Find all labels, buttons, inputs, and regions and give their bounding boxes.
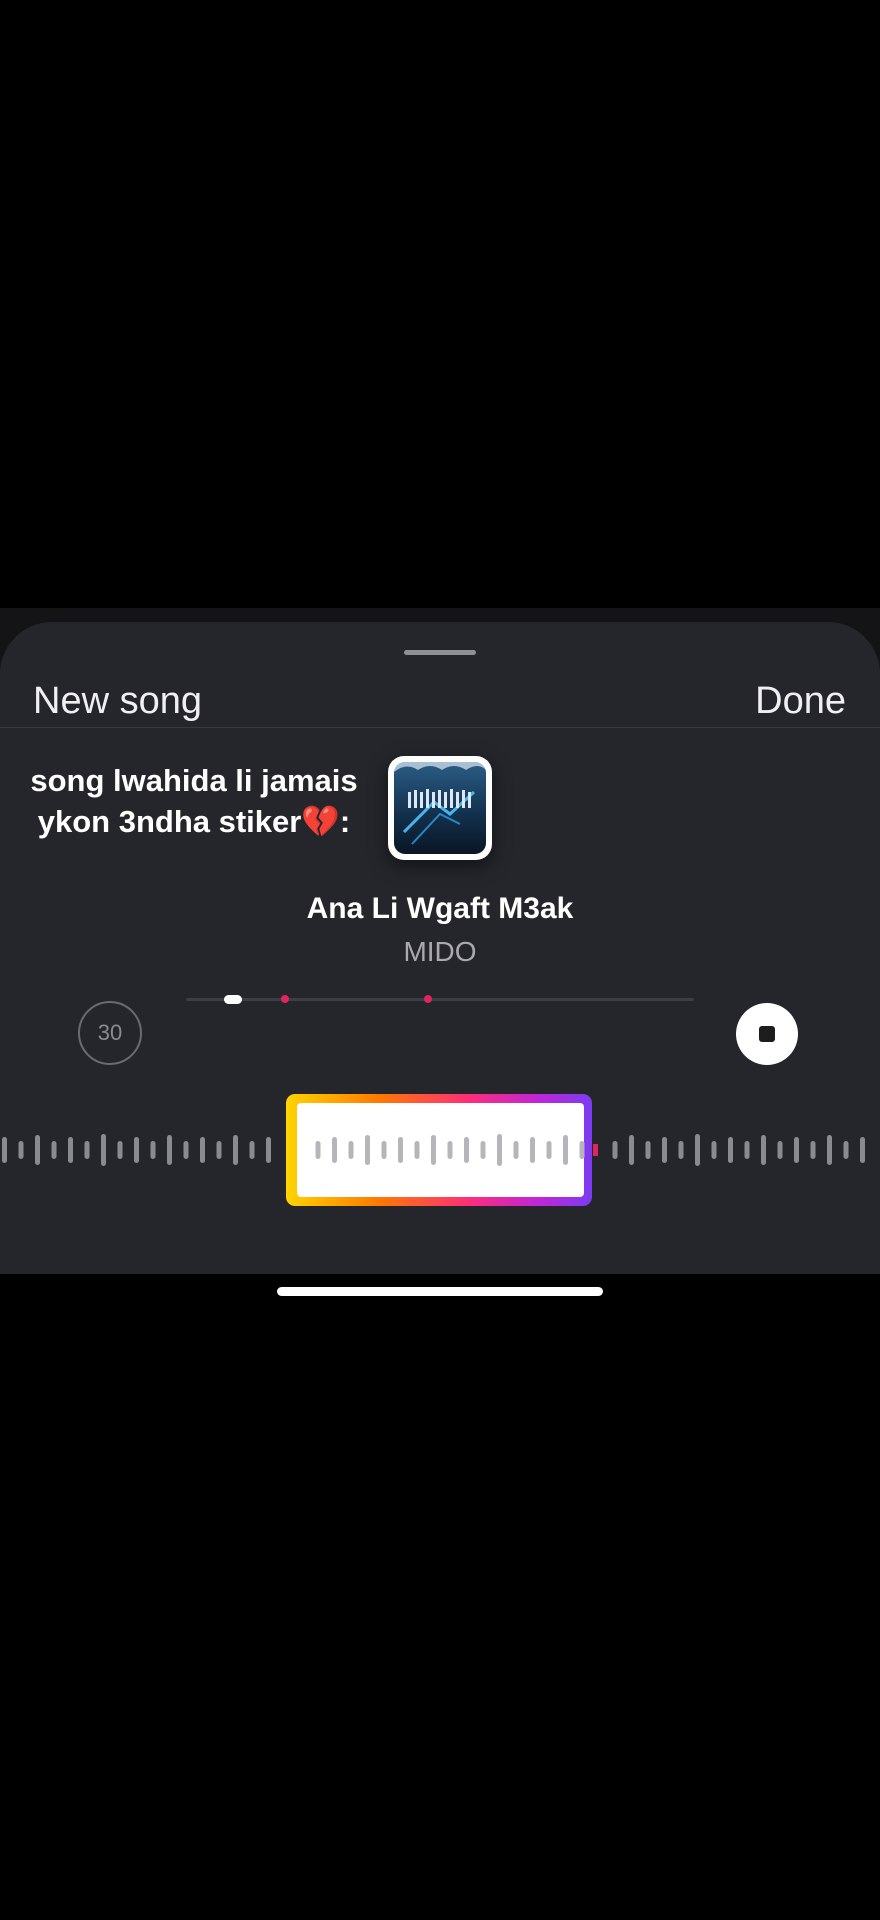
clip-duration-button[interactable]: 30 — [78, 1001, 142, 1065]
waveform-bar — [678, 1141, 684, 1159]
waveform-bar — [431, 1135, 436, 1165]
waveform-bar — [348, 1141, 354, 1159]
waveform-bar — [810, 1141, 816, 1159]
waveform-bar — [150, 1141, 156, 1159]
waveform-bar — [2, 1137, 7, 1163]
waveform-bar — [497, 1134, 502, 1166]
waveform-bar — [728, 1137, 733, 1163]
waveform-bar — [843, 1141, 849, 1159]
song-artist: MIDO — [403, 936, 477, 967]
waveform-bar — [464, 1137, 469, 1163]
waveform-bar — [134, 1137, 139, 1163]
waveform-bar — [35, 1135, 40, 1165]
waveform-bar — [117, 1141, 123, 1159]
waveform-bar — [249, 1141, 255, 1159]
video-caption-overlay: song lwahida li jamais ykon 3ndha stiker… — [4, 760, 384, 842]
waveform-bar — [398, 1137, 403, 1163]
waveform-bar — [266, 1137, 271, 1163]
waveform-bar — [480, 1141, 486, 1159]
sheet-title: New song — [33, 680, 202, 722]
playback-progress-track[interactable] — [186, 998, 694, 1001]
clip-selection-inner — [297, 1103, 584, 1197]
waveform-bar — [51, 1141, 57, 1159]
selection-edge-marker — [593, 1144, 598, 1156]
waveform-bar — [84, 1141, 90, 1159]
waveform-bar — [645, 1141, 651, 1159]
waveform-bar — [183, 1141, 189, 1159]
waveform-bar — [315, 1141, 321, 1159]
waveform-bar — [629, 1135, 634, 1165]
waveform-bar — [761, 1135, 766, 1165]
waveform-bar — [381, 1141, 387, 1159]
waveform-bar — [711, 1141, 717, 1159]
waveform-bar — [365, 1135, 370, 1165]
album-art — [388, 756, 492, 860]
waveform-bar — [744, 1141, 750, 1159]
stop-button[interactable] — [736, 1003, 798, 1065]
waveform-bar — [777, 1141, 783, 1159]
waveform-bar — [530, 1137, 535, 1163]
stop-icon — [759, 1026, 775, 1042]
progress-marker — [281, 995, 289, 1003]
waveform-bar — [447, 1141, 453, 1159]
waveform-bar — [827, 1135, 832, 1165]
header-divider — [0, 727, 880, 728]
waveform-bar — [414, 1141, 420, 1159]
waveform-bar — [662, 1137, 667, 1163]
waveform-bar — [612, 1141, 618, 1159]
waveform-bar — [167, 1135, 172, 1165]
waveform-bar — [332, 1137, 337, 1163]
waveform-bar — [68, 1137, 73, 1163]
waveform-bar — [18, 1141, 24, 1159]
waveform-bar — [860, 1137, 865, 1163]
progress-marker — [424, 995, 432, 1003]
waveform-graphic — [2, 1094, 865, 1206]
caption-line-1: song lwahida li jamais — [30, 763, 358, 798]
waveform-bar — [216, 1141, 222, 1159]
clip-duration-label: 30 — [97, 1020, 123, 1045]
sheet-grabber-handle[interactable] — [404, 650, 476, 655]
waveform-scrubber[interactable] — [0, 1086, 880, 1216]
waveform-bar — [695, 1134, 700, 1166]
home-indicator[interactable] — [277, 1287, 603, 1296]
done-button[interactable]: Done — [755, 680, 846, 723]
waveform-bar — [563, 1135, 568, 1165]
waveform-bar — [546, 1141, 552, 1159]
waveform-bar — [513, 1141, 519, 1159]
album-art-image — [394, 762, 486, 854]
waveform-bar — [200, 1137, 205, 1163]
caption-line-2: ykon 3ndha stiker💔: — [37, 804, 351, 839]
waveform-bar — [794, 1137, 799, 1163]
waveform-bar — [579, 1141, 585, 1159]
song-title: Ana Li Wgaft M3ak — [306, 892, 574, 925]
waveform-bar — [101, 1134, 106, 1166]
playback-progress-thumb[interactable] — [224, 995, 242, 1004]
waveform-bar — [233, 1135, 238, 1165]
